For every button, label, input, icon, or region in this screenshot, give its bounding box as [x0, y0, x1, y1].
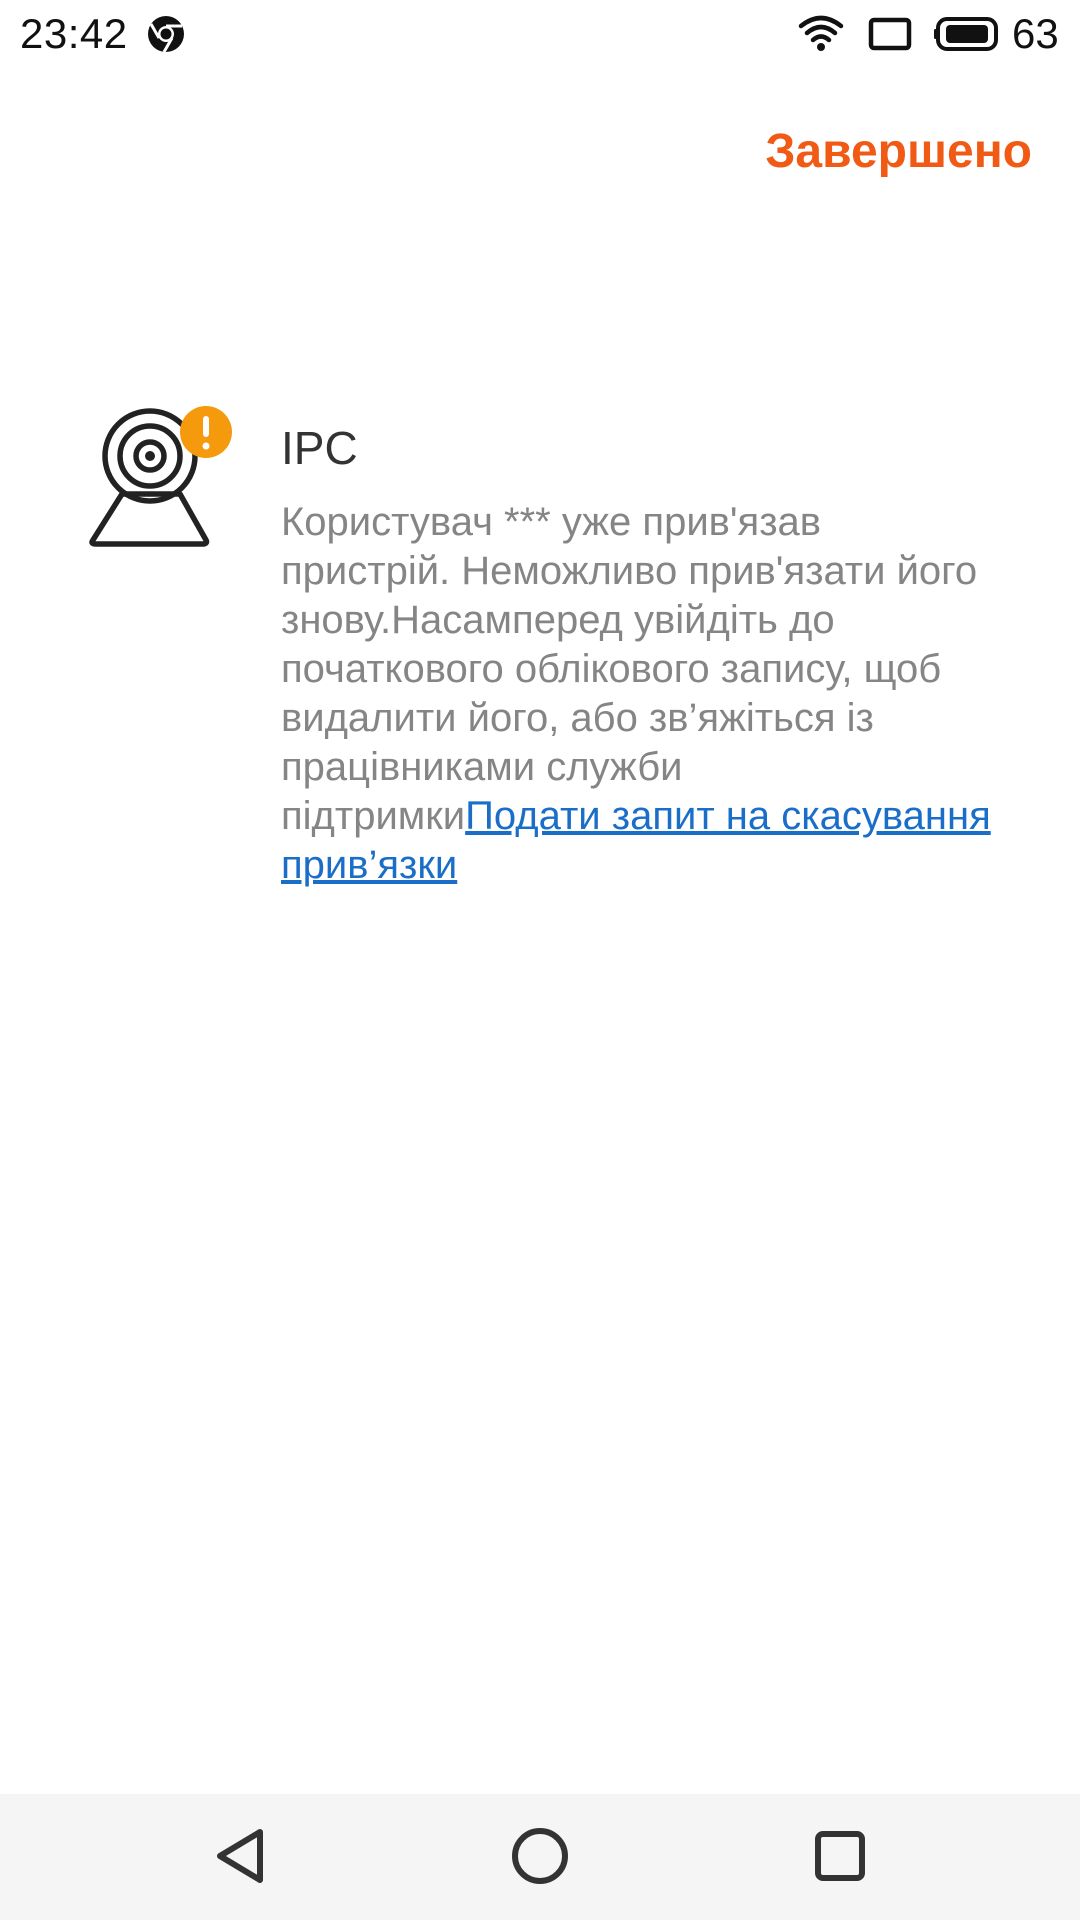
device-message: Користувач *** уже прив'язав пристрій. Н…	[281, 498, 1001, 890]
chrome-icon	[148, 16, 184, 53]
status-bar: 23:42 63	[0, 0, 1080, 68]
recent-apps-icon[interactable]	[804, 1820, 876, 1892]
device-title: IPC	[281, 422, 358, 474]
battery-icon	[934, 17, 998, 51]
done-button[interactable]: Завершено	[765, 120, 1032, 184]
wifi-icon	[798, 15, 844, 51]
device-message-text: Користувач *** уже прив'язав пристрій. Н…	[281, 500, 978, 838]
back-icon[interactable]	[204, 1820, 276, 1892]
navigation-bar	[0, 1794, 1080, 1920]
home-icon[interactable]	[504, 1820, 576, 1892]
camera-icon	[89, 406, 232, 547]
warning-badge-icon	[180, 406, 232, 458]
status-time: 23:42	[20, 10, 128, 57]
battery-level: 63	[1012, 10, 1059, 57]
screen-icon	[868, 17, 912, 51]
